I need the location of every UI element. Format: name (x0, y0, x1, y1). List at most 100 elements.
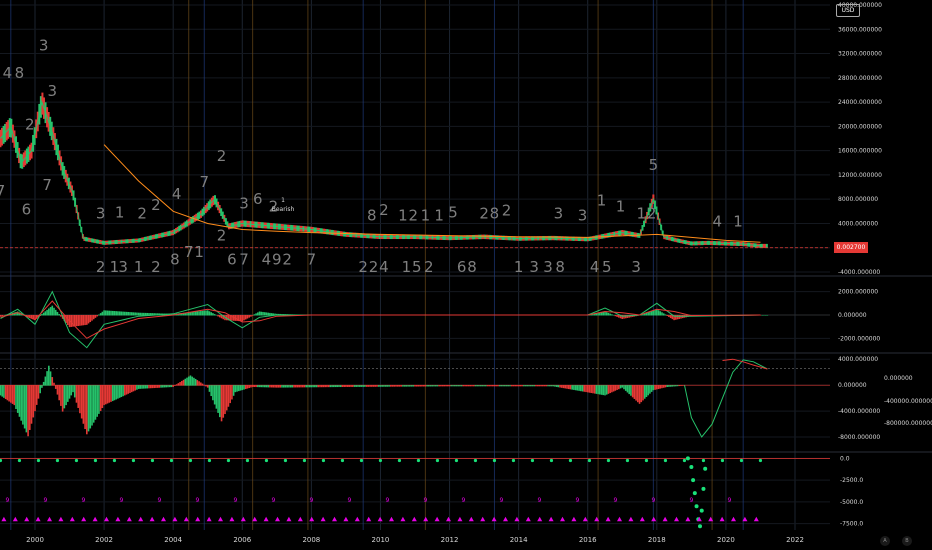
oscillator-bar (358, 385, 361, 387)
wave-label: 1 (597, 191, 607, 209)
oscillator-bar (175, 384, 178, 386)
wave-label: 2 (369, 258, 379, 276)
oscillator-bar (29, 385, 31, 430)
macd-pane[interactable] (0, 290, 830, 349)
signal-triangle (81, 516, 87, 522)
y-axes[interactable]: 40000.00000036000.00000032000.0000002800… (838, 2, 932, 528)
macd-histogram-bar (105, 310, 107, 316)
oscillator-bar (72, 385, 74, 393)
oscillator-bar (184, 378, 187, 386)
oscillator-bar (502, 385, 504, 387)
oscillator-bar (305, 385, 307, 388)
macd-histogram-bar (122, 311, 124, 316)
oscillator-bar (426, 385, 428, 387)
oscillator-bar (460, 385, 463, 387)
macd-histogram-bar (262, 311, 264, 316)
oscillator-bar (270, 385, 273, 388)
auto-scale-button[interactable]: A (880, 536, 890, 546)
oscillator-bar (44, 376, 47, 386)
signal-dot (720, 458, 725, 463)
oscillator-bar (284, 385, 287, 388)
macd-histogram-bar (664, 314, 667, 316)
y-tick-label: 8000.000000 (838, 196, 878, 203)
signal-count-label: 9 (385, 497, 389, 504)
oscillator-bar (35, 385, 38, 405)
macd-histogram-bar (46, 309, 48, 316)
oscillator-bar (474, 385, 477, 387)
macd-histogram-bar (75, 315, 78, 327)
oscillator-bar (574, 385, 577, 391)
oscillator-bar (219, 385, 221, 418)
oscillator-bar (200, 382, 202, 386)
oscillator-bar (455, 385, 458, 387)
wave-label: 4 (3, 64, 13, 82)
macd-histogram-bar (77, 315, 79, 326)
oscillator-bar (106, 385, 109, 404)
signal-triangle (320, 516, 326, 522)
oscillator-pane[interactable] (0, 358, 830, 438)
signal-dot (0, 458, 3, 463)
oscillator-bar (146, 385, 149, 389)
macd-histogram-bar (92, 315, 95, 320)
macd-histogram-bar (666, 315, 668, 316)
price-pane[interactable]: 4 83327673 1 2 24723 6 28 2 1 2 1 1 5 2 8 2 3 31 1 1 254 127 1… (0, 37, 830, 276)
macd-histogram-bar (661, 312, 663, 316)
wave-label: 3 (96, 205, 106, 223)
oscillator-bar (571, 385, 573, 390)
wave-label: 7 (199, 173, 209, 191)
oscillator-bar (669, 385, 672, 387)
oscillator-bar (514, 385, 516, 387)
oscillator-bar (472, 385, 475, 387)
oscillator-bar (352, 385, 354, 387)
secondary-y-tick-label: 0.000000 (884, 375, 913, 382)
signal-triangle (685, 516, 691, 522)
oscillator-bar (244, 385, 247, 390)
oscillator-bar (561, 385, 563, 388)
oscillator-bar (11, 385, 14, 404)
wave-label: 4 (712, 212, 722, 230)
oscillator-bar (543, 385, 546, 387)
signal-dot (587, 458, 592, 463)
log-scale-button[interactable]: B (902, 536, 912, 546)
signal-triangle (719, 516, 725, 522)
oscillator-bar (457, 385, 459, 387)
signal-dot (17, 458, 22, 463)
oscillator-bar (434, 385, 437, 387)
macd-histogram-bar (87, 315, 90, 324)
oscillator-bar (671, 385, 674, 387)
wave-label: 1 (616, 197, 626, 215)
macd-histogram-bar (91, 315, 93, 321)
oscillator-bar (638, 385, 641, 404)
oscillator-bar (99, 385, 102, 411)
macd-histogram-bar (98, 314, 100, 316)
oscillator-bar (208, 385, 211, 392)
currency-badge[interactable]: USD (836, 4, 860, 17)
wave-label: 1 (194, 243, 204, 261)
oscillator-bar (680, 385, 682, 386)
signal-triangle (286, 516, 292, 522)
macd-histogram-bar (132, 312, 135, 316)
signal-pane[interactable]: 9 9 9 9 9 9 9 9 9 9 9 9 9 9 9 9 9 9 9 9 (0, 456, 830, 529)
oscillator-bar (41, 385, 43, 388)
oscillator-bar (68, 385, 71, 399)
oscillator-bar (73, 385, 76, 398)
oscillator-bar (46, 371, 48, 386)
y-tick-label: 20000.000000 (838, 123, 882, 130)
oscillator-bar (160, 385, 162, 388)
oscillator-bar (497, 385, 499, 387)
y-tick-label: 4000.000000 (838, 356, 878, 363)
chart-canvas[interactable]: 4 83327673 1 2 24723 6 28 2 1 2 1 1 5 2 8 2 3 31 1 1 254 127 1… (0, 0, 932, 550)
x-axis[interactable]: 2000 2002 2004 2006 2008 2010 2012 2014 2016 2018… (26, 536, 804, 544)
oscillator-bar (203, 384, 206, 386)
signal-triangle (389, 516, 395, 522)
signal-triangle (161, 516, 167, 522)
oscillator-bar (118, 385, 121, 398)
macd-histogram-bar (53, 307, 55, 316)
macd-histogram-bar (96, 315, 98, 317)
signal-dot (625, 458, 630, 463)
macd-histogram-bar (42, 312, 45, 316)
macd-histogram-bar (766, 315, 769, 316)
signal-count-label: 9 (575, 497, 579, 504)
oscillator-bar (647, 385, 649, 396)
signal-triangle (434, 516, 440, 522)
